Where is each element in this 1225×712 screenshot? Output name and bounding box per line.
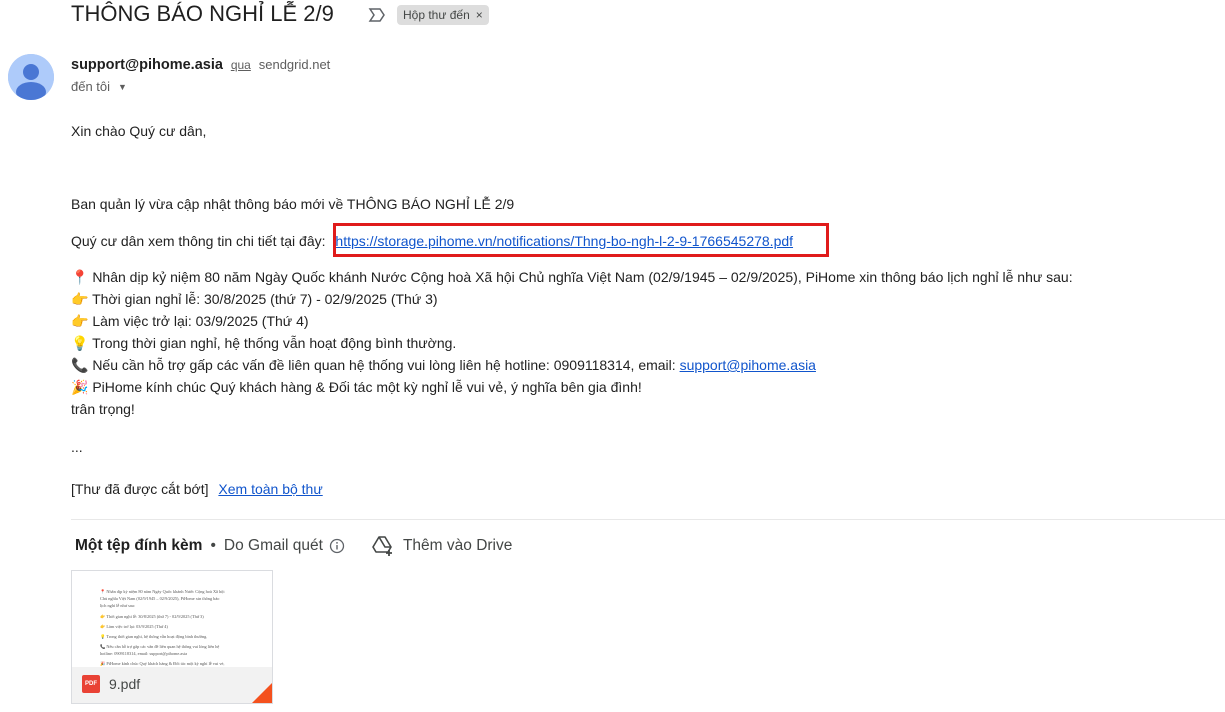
remove-label-icon[interactable]: × [476, 8, 483, 22]
attachments-header: Một tệp đính kèm • Do Gmail quét Thêm và… [75, 535, 512, 557]
separator-dot: • [210, 537, 216, 554]
preview-line: hotline: 0909118314, email: support@piho… [100, 651, 187, 656]
attachment-file-name: 9.pdf [109, 676, 141, 692]
detail-prefix: Quý cư dân xem thông tin chi tiết tại đâ… [71, 233, 326, 249]
signoff-text: trân trọng! [71, 401, 135, 417]
link-highlight-box [333, 223, 829, 257]
message-line: 📍 Nhân dịp kỷ niệm 80 năm Ngày Quốc khán… [71, 269, 1073, 285]
preview-line: 📍 Nhân dịp kỷ niệm 80 năm Ngày Quốc khán… [100, 589, 225, 594]
attachment-card[interactable]: 📍 Nhân dịp kỷ niệm 80 năm Ngày Quốc khán… [71, 570, 273, 704]
important-marker-icon[interactable] [368, 7, 386, 23]
preview-line: 📞 Nếu cần hỗ trợ gấp các vấn đề liên qua… [100, 644, 220, 649]
sender-email[interactable]: support@pihome.asia [71, 57, 223, 73]
drive-add-icon [372, 536, 392, 556]
hotline-line: 📞 Nếu cần hỗ trợ gấp các vấn đề liên qua… [71, 357, 816, 374]
via-domain: sendgrid.net [258, 57, 331, 72]
attachment-count: Một tệp đính kèm [75, 537, 203, 554]
person-icon [8, 54, 54, 100]
pdf-icon: PDF [82, 675, 100, 693]
truncated-line: [Thư đã được cắt bớt] Xem toàn bộ thư [71, 481, 323, 497]
truncated-label: [Thư đã được cắt bớt] [71, 481, 209, 497]
sender-line: support@pihome.asia qua sendgrid.net [71, 56, 330, 73]
ellipsis-text: ... [71, 439, 83, 455]
avatar[interactable] [8, 54, 54, 100]
greeting-text: Xin chào Quý cư dân, [71, 123, 207, 139]
recipient-label: đến tôi [71, 79, 111, 94]
preview-line: 👉 Thời gian nghỉ lễ: 30/8/2025 (thứ 7) -… [100, 614, 204, 619]
info-icon[interactable] [329, 538, 345, 554]
attachment-thumbnail[interactable]: 📍 Nhân dịp kỷ niệm 80 năm Ngày Quốc khán… [72, 571, 272, 667]
intro-text: Ban quản lý vừa cập nhật thông báo mới v… [71, 196, 515, 212]
message-line: 👉 Làm việc trở lại: 03/9/2025 (Thứ 4) [71, 313, 309, 329]
recipient-line[interactable]: đến tôi ▼ [71, 79, 127, 94]
chevron-down-icon[interactable]: ▼ [118, 82, 127, 92]
view-full-message-link[interactable]: Xem toàn bộ thư [218, 481, 322, 497]
attachment-divider [71, 519, 1225, 520]
email-subject: THÔNG BÁO NGHỈ LỄ 2/9 [71, 1, 334, 26]
message-line: 💡 Trong thời gian nghỉ, hệ thống vẫn hoạ… [71, 335, 457, 351]
add-to-drive-button[interactable]: Thêm vào Drive [371, 535, 512, 557]
message-line: 👉 Thời gian nghỉ lễ: 30/8/2025 (thứ 7) -… [71, 291, 438, 307]
preview-line: lịch nghỉ lễ như sau: [100, 603, 136, 608]
add-to-drive-label: Thêm vào Drive [402, 537, 513, 554]
page-fold-icon [250, 683, 272, 703]
hotline-text: 📞 Nếu cần hỗ trợ gấp các vấn đề liên qua… [71, 357, 676, 373]
via-link[interactable]: qua [231, 58, 251, 72]
attachment-footer[interactable]: PDF 9.pdf [72, 667, 272, 703]
inbox-label-chip[interactable]: Hộp thư đến × [397, 5, 489, 25]
wishes-text: 🎉 PiHome kính chúc Quý khách hàng & Đối … [71, 379, 642, 395]
scan-label: Do Gmail quét [223, 537, 323, 554]
preview-line: 👉 Làm việc trở lại: 03/9/2025 (Thứ 4) [100, 624, 168, 629]
preview-line: 💡 Trong thời gian nghỉ, hệ thống vẫn hoạ… [100, 634, 208, 639]
support-email-link[interactable]: support@pihome.asia [680, 357, 816, 373]
preview-line: Chủ nghĩa Việt Nam (02/9/1945 – 02/9/202… [100, 596, 220, 601]
inbox-label-text: Hộp thư đến [403, 8, 470, 22]
